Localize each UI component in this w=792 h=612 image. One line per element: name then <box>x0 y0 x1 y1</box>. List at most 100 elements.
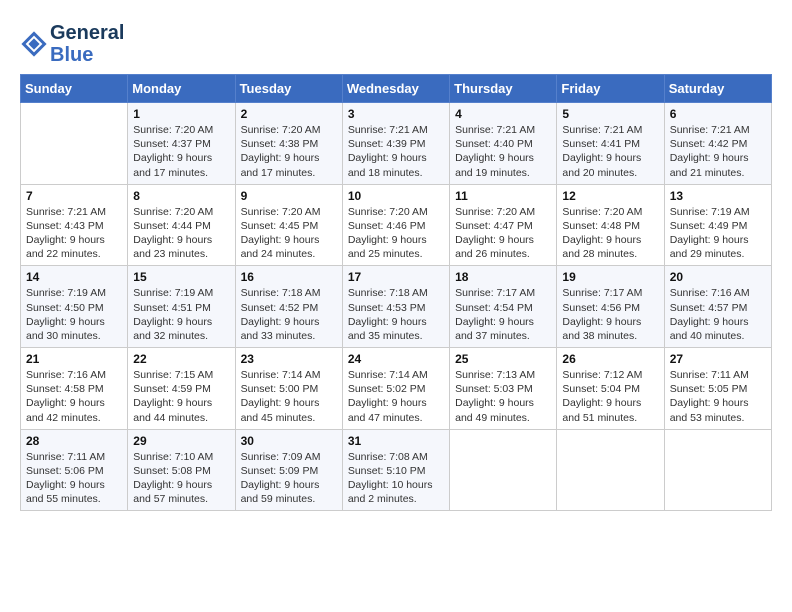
day-number: 9 <box>241 189 337 203</box>
calendar-cell: 1 Sunrise: 7:20 AM Sunset: 4:37 PM Daylig… <box>128 103 235 185</box>
day-info: Sunrise: 7:19 AM Sunset: 4:50 PM Dayligh… <box>26 286 122 343</box>
weekday-header: Monday <box>128 75 235 103</box>
day-number: 10 <box>348 189 444 203</box>
weekday-header: Saturday <box>664 75 771 103</box>
day-number: 8 <box>133 189 229 203</box>
logo-text: General Blue <box>50 22 124 66</box>
calendar-cell: 16 Sunrise: 7:18 AM Sunset: 4:52 PM Dayli… <box>235 266 342 348</box>
day-info: Sunrise: 7:21 AM Sunset: 4:39 PM Dayligh… <box>348 123 444 180</box>
calendar-cell: 26 Sunrise: 7:12 AM Sunset: 5:04 PM Dayli… <box>557 348 664 430</box>
page: General Blue SundayMondayTuesdayWednesda… <box>0 0 792 521</box>
calendar-week-row: 1 Sunrise: 7:20 AM Sunset: 4:37 PM Daylig… <box>21 103 772 185</box>
day-number: 26 <box>562 352 658 366</box>
day-number: 21 <box>26 352 122 366</box>
day-info: Sunrise: 7:17 AM Sunset: 4:54 PM Dayligh… <box>455 286 551 343</box>
day-number: 18 <box>455 270 551 284</box>
day-info: Sunrise: 7:16 AM Sunset: 4:57 PM Dayligh… <box>670 286 766 343</box>
day-number: 15 <box>133 270 229 284</box>
calendar-cell: 8Sunrise: 7:20 AM Sunset: 4:44 PM Daylig… <box>128 184 235 266</box>
day-info: Sunrise: 7:18 AM Sunset: 4:52 PM Dayligh… <box>241 286 337 343</box>
weekday-header: Friday <box>557 75 664 103</box>
calendar-cell: 25Sunrise: 7:13 AM Sunset: 5:03 PM Dayli… <box>450 348 557 430</box>
day-number: 24 <box>348 352 444 366</box>
day-number: 29 <box>133 434 229 448</box>
calendar-cell: 24 Sunrise: 7:14 AM Sunset: 5:02 PM Dayli… <box>342 348 449 430</box>
day-info: Sunrise: 7:20 AM Sunset: 4:48 PM Dayligh… <box>562 205 658 262</box>
day-info: Sunrise: 7:14 AM Sunset: 5:00 PM Dayligh… <box>241 368 337 425</box>
calendar-cell: 12 Sunrise: 7:20 AM Sunset: 4:48 PM Dayli… <box>557 184 664 266</box>
logo: General Blue <box>20 22 124 66</box>
day-info: Sunrise: 7:09 AM Sunset: 5:09 PM Dayligh… <box>241 450 337 507</box>
calendar: SundayMondayTuesdayWednesdayThursdayFrid… <box>20 74 772 511</box>
day-number: 27 <box>670 352 766 366</box>
calendar-cell: 31 Sunrise: 7:08 AM Sunset: 5:10 PM Dayli… <box>342 429 449 511</box>
day-info: Sunrise: 7:20 AM Sunset: 4:37 PM Dayligh… <box>133 123 229 180</box>
calendar-cell: 15 Sunrise: 7:19 AM Sunset: 4:51 PM Dayli… <box>128 266 235 348</box>
day-info: Sunrise: 7:17 AM Sunset: 4:56 PM Dayligh… <box>562 286 658 343</box>
day-info: Sunrise: 7:19 AM Sunset: 4:51 PM Dayligh… <box>133 286 229 343</box>
calendar-body: 1 Sunrise: 7:20 AM Sunset: 4:37 PM Daylig… <box>21 103 772 511</box>
day-number: 31 <box>348 434 444 448</box>
day-number: 2 <box>241 107 337 121</box>
calendar-week-row: 14 Sunrise: 7:19 AM Sunset: 4:50 PM Dayli… <box>21 266 772 348</box>
weekday-header: Sunday <box>21 75 128 103</box>
calendar-cell: 29Sunrise: 7:10 AM Sunset: 5:08 PM Dayli… <box>128 429 235 511</box>
day-number: 13 <box>670 189 766 203</box>
calendar-cell: 27 Sunrise: 7:11 AM Sunset: 5:05 PM Dayli… <box>664 348 771 430</box>
day-number: 23 <box>241 352 337 366</box>
calendar-cell: 14 Sunrise: 7:19 AM Sunset: 4:50 PM Dayli… <box>21 266 128 348</box>
calendar-cell: 20 Sunrise: 7:16 AM Sunset: 4:57 PM Dayli… <box>664 266 771 348</box>
calendar-cell <box>664 429 771 511</box>
day-info: Sunrise: 7:20 AM Sunset: 4:38 PM Dayligh… <box>241 123 337 180</box>
day-info: Sunrise: 7:20 AM Sunset: 4:45 PM Dayligh… <box>241 205 337 262</box>
calendar-cell: 7 Sunrise: 7:21 AM Sunset: 4:43 PM Daylig… <box>21 184 128 266</box>
day-number: 28 <box>26 434 122 448</box>
day-number: 6 <box>670 107 766 121</box>
day-number: 7 <box>26 189 122 203</box>
day-number: 20 <box>670 270 766 284</box>
calendar-cell <box>557 429 664 511</box>
day-info: Sunrise: 7:21 AM Sunset: 4:41 PM Dayligh… <box>562 123 658 180</box>
calendar-cell: 5 Sunrise: 7:21 AM Sunset: 4:41 PM Daylig… <box>557 103 664 185</box>
day-number: 14 <box>26 270 122 284</box>
day-number: 4 <box>455 107 551 121</box>
day-number: 5 <box>562 107 658 121</box>
day-info: Sunrise: 7:21 AM Sunset: 4:40 PM Dayligh… <box>455 123 551 180</box>
day-info: Sunrise: 7:21 AM Sunset: 4:43 PM Dayligh… <box>26 205 122 262</box>
day-number: 16 <box>241 270 337 284</box>
calendar-cell: 17Sunrise: 7:18 AM Sunset: 4:53 PM Dayli… <box>342 266 449 348</box>
calendar-cell: 23 Sunrise: 7:14 AM Sunset: 5:00 PM Dayli… <box>235 348 342 430</box>
day-number: 12 <box>562 189 658 203</box>
day-info: Sunrise: 7:14 AM Sunset: 5:02 PM Dayligh… <box>348 368 444 425</box>
weekday-row: SundayMondayTuesdayWednesdayThursdayFrid… <box>21 75 772 103</box>
calendar-cell: 21Sunrise: 7:16 AM Sunset: 4:58 PM Dayli… <box>21 348 128 430</box>
day-info: Sunrise: 7:11 AM Sunset: 5:05 PM Dayligh… <box>670 368 766 425</box>
day-number: 30 <box>241 434 337 448</box>
day-info: Sunrise: 7:11 AM Sunset: 5:06 PM Dayligh… <box>26 450 122 507</box>
day-info: Sunrise: 7:13 AM Sunset: 5:03 PM Dayligh… <box>455 368 551 425</box>
day-number: 3 <box>348 107 444 121</box>
calendar-week-row: 28 Sunrise: 7:11 AM Sunset: 5:06 PM Dayli… <box>21 429 772 511</box>
day-info: Sunrise: 7:12 AM Sunset: 5:04 PM Dayligh… <box>562 368 658 425</box>
calendar-cell: 4 Sunrise: 7:21 AM Sunset: 4:40 PM Daylig… <box>450 103 557 185</box>
calendar-cell: 6 Sunrise: 7:21 AM Sunset: 4:42 PM Daylig… <box>664 103 771 185</box>
calendar-cell: 30 Sunrise: 7:09 AM Sunset: 5:09 PM Dayli… <box>235 429 342 511</box>
day-info: Sunrise: 7:08 AM Sunset: 5:10 PM Dayligh… <box>348 450 444 507</box>
day-number: 11 <box>455 189 551 203</box>
weekday-header: Tuesday <box>235 75 342 103</box>
weekday-header: Thursday <box>450 75 557 103</box>
calendar-cell <box>450 429 557 511</box>
calendar-header: SundayMondayTuesdayWednesdayThursdayFrid… <box>21 75 772 103</box>
day-number: 22 <box>133 352 229 366</box>
calendar-week-row: 7 Sunrise: 7:21 AM Sunset: 4:43 PM Daylig… <box>21 184 772 266</box>
calendar-cell: 10Sunrise: 7:20 AM Sunset: 4:46 PM Dayli… <box>342 184 449 266</box>
day-info: Sunrise: 7:21 AM Sunset: 4:42 PM Dayligh… <box>670 123 766 180</box>
day-info: Sunrise: 7:18 AM Sunset: 4:53 PM Dayligh… <box>348 286 444 343</box>
calendar-cell: 9 Sunrise: 7:20 AM Sunset: 4:45 PM Daylig… <box>235 184 342 266</box>
calendar-cell: 11Sunrise: 7:20 AM Sunset: 4:47 PM Dayli… <box>450 184 557 266</box>
calendar-cell: 13Sunrise: 7:19 AM Sunset: 4:49 PM Dayli… <box>664 184 771 266</box>
day-info: Sunrise: 7:15 AM Sunset: 4:59 PM Dayligh… <box>133 368 229 425</box>
calendar-cell: 2 Sunrise: 7:20 AM Sunset: 4:38 PM Daylig… <box>235 103 342 185</box>
calendar-cell: 22 Sunrise: 7:15 AM Sunset: 4:59 PM Dayli… <box>128 348 235 430</box>
day-number: 1 <box>133 107 229 121</box>
